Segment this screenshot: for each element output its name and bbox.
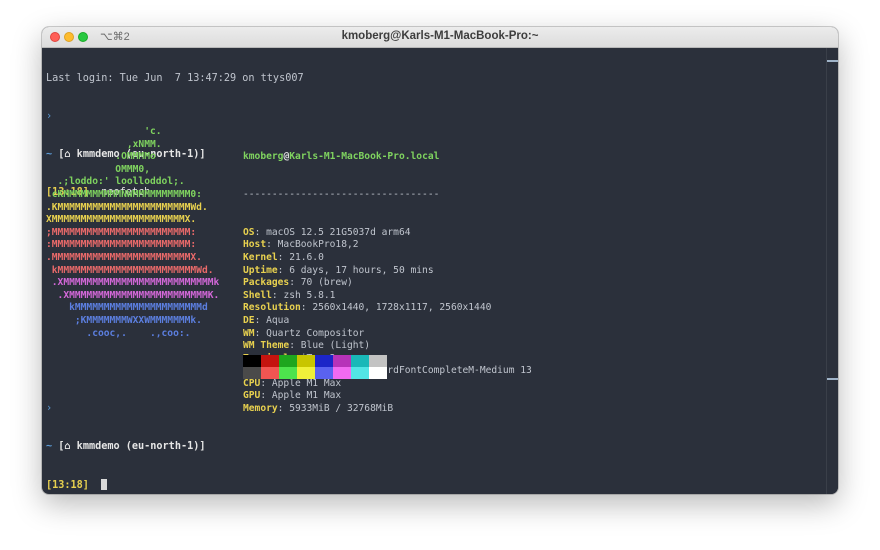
- info-value: : Blue (Light): [289, 340, 371, 352]
- logo-line: cKMMMMMMMMMMNWMMMMMMMMMM0:: [46, 188, 202, 200]
- info-value: : Aqua: [254, 314, 290, 326]
- info-value: : macOS 12.5 21G5037d arm64: [254, 226, 411, 238]
- info-key: WM: [243, 327, 255, 339]
- logo-line: .cooc,. .,coo:.: [46, 327, 191, 339]
- neofetch-output: 'c. ,xNMM. .OMMMMo OMMM0, .;loddo:' lool…: [46, 126, 836, 414]
- info-user: kmoberg: [243, 151, 284, 163]
- logo-line: ;KMMMMMMMWXXWMMMMMMMk.: [46, 314, 202, 326]
- logo-line: kMMMMMMMMMMMMMMMMMMMMMMd: [46, 302, 208, 314]
- title-bar[interactable]: ⌥⌘2 kmoberg@Karls-M1-MacBook-Pro:~: [42, 27, 838, 48]
- logo-line: kMMMMMMMMMMMMMMMMMMMMMMMMWd.: [46, 264, 214, 276]
- info-key: Shell: [243, 289, 272, 301]
- info-value: : Quartz Compositor: [254, 327, 365, 339]
- logo-line: .XMMMMMMMMMMMMMMMMMMMMMMMMK.: [46, 289, 220, 301]
- window-title: kmoberg@Karls-M1-MacBook-Pro:~: [341, 30, 539, 42]
- text-cursor: [101, 478, 108, 490]
- logo-line: OMMM0,: [46, 163, 150, 175]
- color-swatch: [297, 355, 315, 367]
- color-swatch: [333, 355, 351, 367]
- prompt-marker: ›: [46, 110, 53, 122]
- color-swatch: [243, 355, 261, 367]
- info-row: Resolution: 2560x1440, 1728x1117, 2560x1…: [243, 302, 532, 315]
- color-swatch: [261, 355, 279, 367]
- info-row: DE: Aqua: [243, 315, 532, 328]
- info-key: DE: [243, 314, 255, 326]
- info-row: WM: Quartz Compositor: [243, 328, 532, 341]
- info-key: Kernel: [243, 251, 278, 263]
- info-row: WM Theme: Blue (Light): [243, 340, 532, 353]
- logo-line: .OMMMMo: [46, 151, 156, 163]
- color-swatch: [279, 355, 297, 367]
- info-key: OS: [243, 226, 255, 238]
- logo-line: .;loddo:' loolloddol;.: [46, 176, 185, 188]
- info-value: : zsh 5.8.1: [271, 289, 336, 301]
- scroll-marker-bottom: [827, 378, 838, 380]
- scrollbar-track[interactable]: [826, 48, 838, 494]
- info-row: Host: MacBookPro18,2: [243, 239, 532, 252]
- logo-line: ,xNMM.: [46, 138, 162, 150]
- info-key: Uptime: [243, 264, 278, 276]
- color-swatch: [369, 355, 387, 367]
- info-row: Uptime: 6 days, 17 hours, 50 mins: [243, 265, 532, 278]
- info-key: Packages: [243, 277, 290, 289]
- info-value: : 21.6.0: [277, 251, 324, 263]
- info-value: : 2560x1440, 1728x1117, 2560x1440: [300, 302, 492, 314]
- color-swatch: [351, 355, 369, 367]
- terminal-prompt-area[interactable]: › ~ [⌂ kmmdemo (eu-north-1)] [13:18]: [46, 378, 826, 494]
- last-login-line: Last login: Tue Jun 7 13:47:29 on ttys00…: [46, 73, 304, 85]
- logo-line: .XMMMMMMMMMMMMMMMMMMMMMMMMMMk: [46, 277, 220, 289]
- info-separator: ----------------------------------: [243, 188, 440, 200]
- logo-line: .KMMMMMMMMMMMMMMMMMMMMMMMWd.: [46, 201, 208, 213]
- prompt-tilde-2: ~: [46, 440, 53, 452]
- info-row: OS: macOS 12.5 21G5037d arm64: [243, 227, 532, 240]
- info-value: : 70 (brew): [289, 277, 353, 289]
- color-swatch: [315, 355, 333, 367]
- info-key: Host: [243, 239, 267, 251]
- logo-line: ;MMMMMMMMMMMMMMMMMMMMMMMM:: [46, 226, 197, 238]
- logo-line: 'c.: [46, 126, 162, 137]
- info-key: WM Theme: [243, 340, 290, 352]
- info-row: Kernel: 21.6.0: [243, 252, 532, 265]
- prompt-time-2: [13:18]: [46, 479, 89, 491]
- logo-line: XMMMMMMMMMMMMMMMMMMMMMMMX.: [46, 214, 197, 226]
- info-row: Shell: zsh 5.8.1: [243, 290, 532, 303]
- color-swatches: [243, 355, 387, 379]
- apple-ascii-logo: 'c. ,xNMM. .OMMMMo OMMM0, .;loddo:' lool…: [46, 126, 219, 340]
- swatch-row-normal: [243, 355, 387, 367]
- prompt-context-line-2: ~ [⌂ kmmdemo (eu-north-1)]: [46, 441, 826, 454]
- logo-line: .MMMMMMMMMMMMMMMMMMMMMMMMX.: [46, 251, 202, 263]
- info-key: Resolution: [243, 302, 301, 314]
- prompt-marker-2: ›: [46, 403, 53, 415]
- logo-line: :MMMMMMMMMMMMMMMMMMMMMMMM:: [46, 239, 197, 251]
- info-host: Karls-M1-MacBook-Pro.local: [289, 151, 440, 163]
- scroll-marker-top: [827, 60, 838, 62]
- prompt-context-2: [⌂ kmmdemo (eu-north-1)]: [58, 440, 206, 452]
- info-value: : 6 days, 17 hours, 50 mins: [277, 264, 434, 276]
- info-row: Packages: 70 (brew): [243, 277, 532, 290]
- info-value: : MacBookPro18,2: [266, 239, 359, 251]
- prompt-input-line[interactable]: [13:18]: [46, 478, 826, 492]
- terminal-window: ⌥⌘2 kmoberg@Karls-M1-MacBook-Pro:~ Last …: [42, 27, 838, 494]
